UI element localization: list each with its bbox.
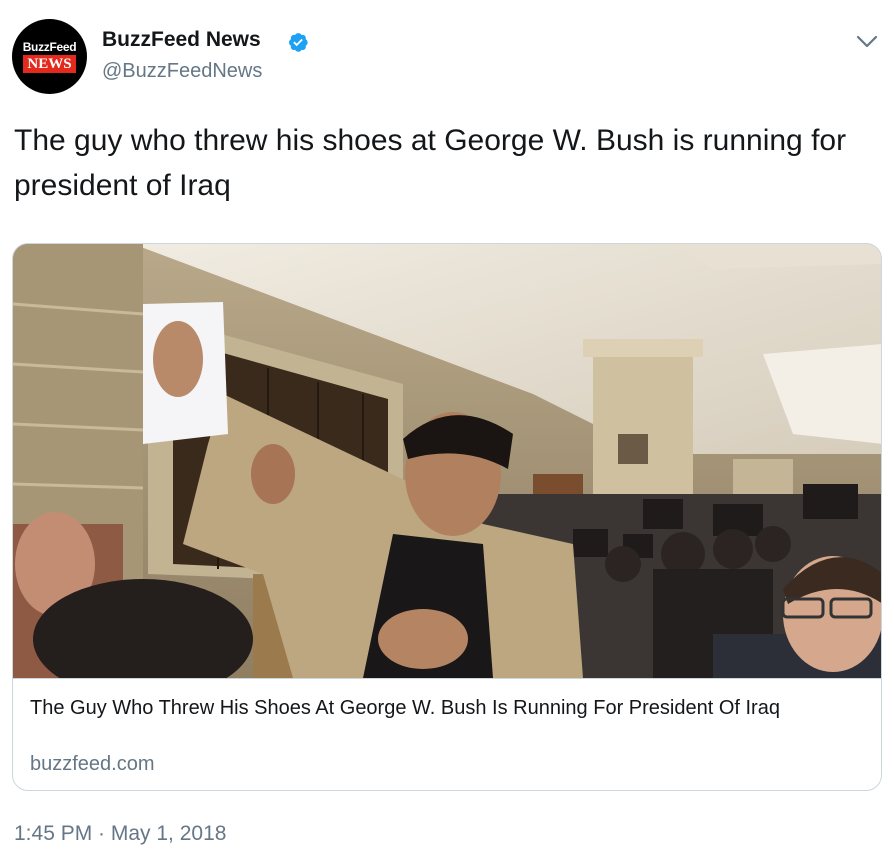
verified-badge-icon <box>289 33 308 52</box>
card-domain: buzzfeed.com <box>30 753 155 775</box>
author-handle[interactable]: @BuzzFeedNews <box>102 60 262 83</box>
press-conference-photo <box>13 244 881 678</box>
author-display-name[interactable]: BuzzFeed News <box>102 28 261 52</box>
chevron-down-icon[interactable] <box>855 33 879 51</box>
tweet-text: The guy who threw his shoes at George W.… <box>14 124 847 202</box>
avatar-brand-top: BuzzFeed <box>22 39 77 54</box>
link-card[interactable]: The Guy Who Threw His Shoes At George W.… <box>12 243 882 791</box>
avatar[interactable]: BuzzFeed NEWS <box>12 19 87 94</box>
card-body[interactable]: The Guy Who Threw His Shoes At George W.… <box>13 678 881 790</box>
tweet-timestamp[interactable]: 1:45 PM · May 1, 2018 <box>14 822 226 846</box>
avatar-brand-bottom: NEWS <box>23 54 76 73</box>
card-title[interactable]: The Guy Who Threw His Shoes At George W.… <box>30 695 870 721</box>
